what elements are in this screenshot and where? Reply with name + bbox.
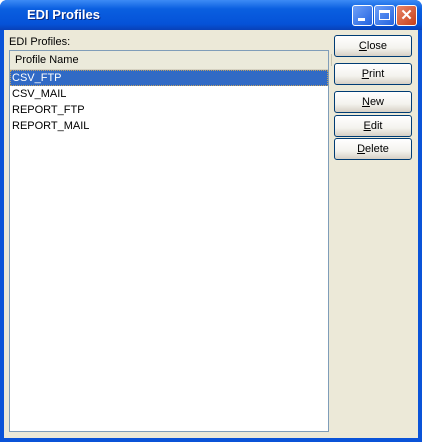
profiles-label: EDI Profiles: bbox=[9, 36, 71, 48]
mnemonic: D bbox=[357, 143, 366, 155]
label: rint bbox=[369, 68, 385, 80]
label: lose bbox=[366, 40, 388, 52]
delete-button[interactable]: Delete bbox=[334, 138, 412, 160]
label: ew bbox=[369, 96, 384, 108]
close-button[interactable]: Close bbox=[334, 35, 412, 57]
list-item[interactable]: REPORT_FTP bbox=[10, 102, 328, 118]
label: elete bbox=[365, 143, 389, 155]
edi-profiles-window: EDI Profiles ✕ EDI Profiles: Profile Nam… bbox=[0, 0, 422, 442]
list-item[interactable]: CSV_FTP bbox=[10, 70, 328, 86]
column-header-profile-name[interactable]: Profile Name bbox=[10, 51, 332, 70]
title-bar[interactable]: EDI Profiles ✕ bbox=[0, 0, 422, 30]
label: dit bbox=[370, 120, 383, 132]
print-button[interactable]: Print bbox=[334, 63, 412, 85]
column-divider[interactable] bbox=[331, 54, 332, 66]
profiles-list[interactable]: Profile Name CSV_FTP CSV_MAIL REPORT_FTP… bbox=[9, 50, 332, 432]
dialog-body: EDI Profiles: Profile Name CSV_FTP CSV_M… bbox=[4, 30, 418, 438]
minimize-icon[interactable] bbox=[352, 5, 373, 26]
new-button[interactable]: New bbox=[334, 91, 412, 113]
list-item[interactable]: CSV_MAIL bbox=[10, 86, 328, 102]
mnemonic: P bbox=[361, 68, 370, 80]
list-item[interactable]: REPORT_MAIL bbox=[10, 118, 328, 134]
window-title: EDI Profiles bbox=[27, 7, 100, 22]
edit-button[interactable]: Edit bbox=[334, 115, 412, 137]
header-label: Profile Name bbox=[15, 54, 79, 66]
mnemonic: C bbox=[358, 40, 367, 52]
close-window-icon[interactable]: ✕ bbox=[396, 5, 417, 26]
mnemonic: E bbox=[363, 120, 371, 132]
maximize-icon[interactable] bbox=[374, 5, 395, 26]
mnemonic: N bbox=[361, 96, 370, 108]
